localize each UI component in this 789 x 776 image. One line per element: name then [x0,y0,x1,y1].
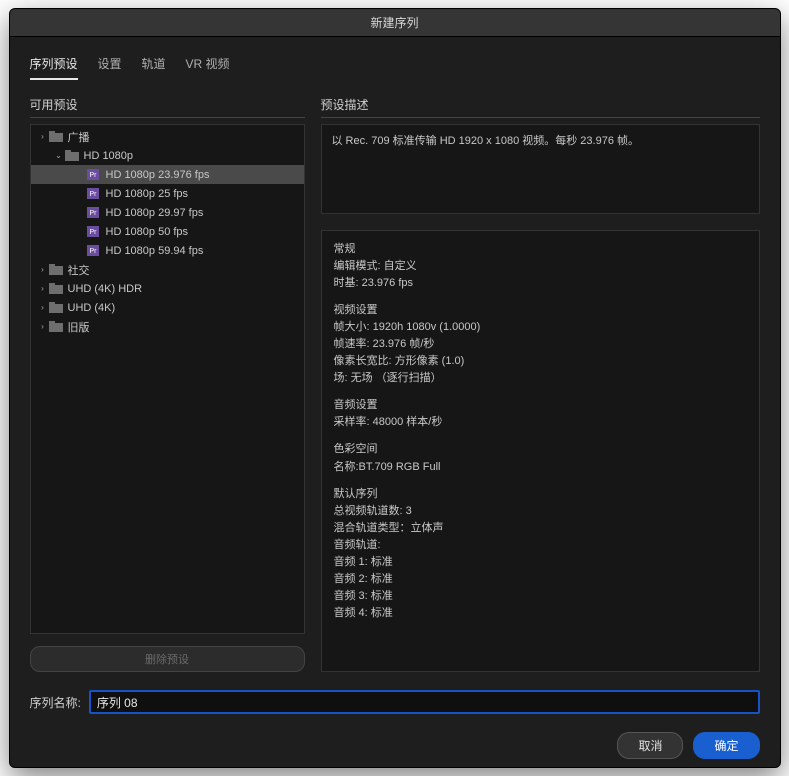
tabs: 序列预设 设置 轨道 VR 视频 [30,51,760,88]
tree-label: HD 1080p 50 fps [106,226,189,238]
delete-preset-button: 删除预设 [30,646,305,672]
titlebar: 新建序列 [10,9,780,37]
detail-line: 音频 1: 标准 [334,554,747,571]
svg-text:Pr: Pr [89,210,97,217]
svg-text:Pr: Pr [89,248,97,255]
tab-vr[interactable]: VR 视频 [186,55,230,80]
tree-label: HD 1080p [84,150,134,162]
detail-line: 编辑模式: 自定义 [334,258,747,275]
tree-label: HD 1080p 25 fps [106,188,189,200]
chevron-right-icon: › [37,284,49,293]
tree-folder-legacy[interactable]: › 旧版 [31,317,304,336]
tree-folder-social[interactable]: › 社交 [31,260,304,279]
tree-folder-hd1080p[interactable]: ⌄ HD 1080p [31,146,304,165]
detail-line: 音频 4: 标准 [334,605,747,622]
folder-icon [65,150,79,161]
tree-label: HD 1080p 23.976 fps [106,169,210,181]
detail-line: 总视频轨道数: 3 [334,503,747,520]
preset-icon: Pr [87,207,101,218]
detail-line: 采样率: 48000 样本/秒 [334,414,747,431]
detail-line: 默认序列 [334,486,747,503]
window-title: 新建序列 [370,14,418,31]
detail-line: 混合轨道类型：立体声 [334,520,747,537]
dialog-content: 序列预设 设置 轨道 VR 视频 可用预设 › 广播 ⌄ HD 1080p [10,37,780,768]
preset-tree[interactable]: › 广播 ⌄ HD 1080p Pr HD 1080p 23.976 fps [30,124,305,634]
chevron-down-icon: ⌄ [53,151,65,160]
preset-hd1080p-23976[interactable]: Pr HD 1080p 23.976 fps [31,165,304,184]
right-column: 预设描述 以 Rec. 709 标准传输 HD 1920 x 1080 视频。每… [321,96,760,672]
chevron-right-icon: › [37,132,49,141]
chevron-right-icon: › [37,322,49,331]
preset-description-header: 预设描述 [321,96,760,118]
sequence-name-input[interactable] [89,690,760,714]
tree-folder-broadcast[interactable]: › 广播 [31,127,304,146]
folder-icon [49,283,63,294]
preset-hd1080p-50[interactable]: Pr HD 1080p 50 fps [31,222,304,241]
tree-label: HD 1080p 59.94 fps [106,245,204,257]
folder-icon [49,264,63,275]
tree-label: UHD (4K) HDR [68,283,143,295]
preset-icon: Pr [87,226,101,237]
columns: 可用预设 › 广播 ⌄ HD 1080p Pr [30,96,760,672]
chevron-right-icon: › [37,265,49,274]
tree-label: 社交 [68,262,90,278]
tab-settings[interactable]: 设置 [98,55,122,80]
tree-folder-uhd[interactable]: › UHD (4K) [31,298,304,317]
preset-hd1080p-25[interactable]: Pr HD 1080p 25 fps [31,184,304,203]
sequence-name-label: 序列名称: [30,694,81,711]
new-sequence-dialog: 新建序列 序列预设 设置 轨道 VR 视频 可用预设 › 广播 ⌄ [9,8,781,768]
svg-text:Pr: Pr [89,172,97,179]
folder-icon [49,321,63,332]
preset-hd1080p-2997[interactable]: Pr HD 1080p 29.97 fps [31,203,304,222]
tree-label: UHD (4K) [68,302,116,314]
preset-description-text: 以 Rec. 709 标准传输 HD 1920 x 1080 视频。每秒 23.… [321,124,760,214]
detail-line: 名称:BT.709 RGB Full [334,459,747,476]
detail-line: 音频 3: 标准 [334,588,747,605]
detail-line: 帧大小: 1920h 1080v (1.0000) [334,319,747,336]
left-column: 可用预设 › 广播 ⌄ HD 1080p Pr [30,96,305,672]
detail-line: 音频设置 [334,397,747,414]
tree-folder-uhd-hdr[interactable]: › UHD (4K) HDR [31,279,304,298]
detail-line: 音频轨道: [334,537,747,554]
detail-line: 音频 2: 标准 [334,571,747,588]
tree-label: 旧版 [68,319,90,335]
tree-label: HD 1080p 29.97 fps [106,207,204,219]
preset-icon: Pr [87,245,101,256]
ok-button[interactable]: 确定 [693,732,759,759]
cancel-button[interactable]: 取消 [617,732,683,759]
detail-line: 像素长宽比: 方形像素 (1.0) [334,353,747,370]
detail-line: 常规 [334,241,747,258]
detail-line: 色彩空间 [334,441,747,458]
preset-details: 常规 编辑模式: 自定义 时基: 23.976 fps 视频设置 帧大小: 19… [321,230,760,672]
folder-icon [49,302,63,313]
detail-line: 视频设置 [334,302,747,319]
sequence-name-row: 序列名称: [30,690,760,714]
preset-icon: Pr [87,169,101,180]
preset-icon: Pr [87,188,101,199]
available-presets-header: 可用预设 [30,96,305,118]
chevron-right-icon: › [37,303,49,312]
folder-icon [49,131,63,142]
preset-hd1080p-5994[interactable]: Pr HD 1080p 59.94 fps [31,241,304,260]
tree-label: 广播 [68,129,90,145]
tab-tracks[interactable]: 轨道 [142,55,166,80]
detail-line: 场: 无场 （逐行扫描） [334,370,747,387]
dialog-footer: 取消 确定 [30,732,760,759]
svg-text:Pr: Pr [89,191,97,198]
tab-presets[interactable]: 序列预设 [30,55,78,80]
detail-line: 帧速率: 23.976 帧/秒 [334,336,747,353]
detail-line: 时基: 23.976 fps [334,275,747,292]
svg-text:Pr: Pr [89,229,97,236]
